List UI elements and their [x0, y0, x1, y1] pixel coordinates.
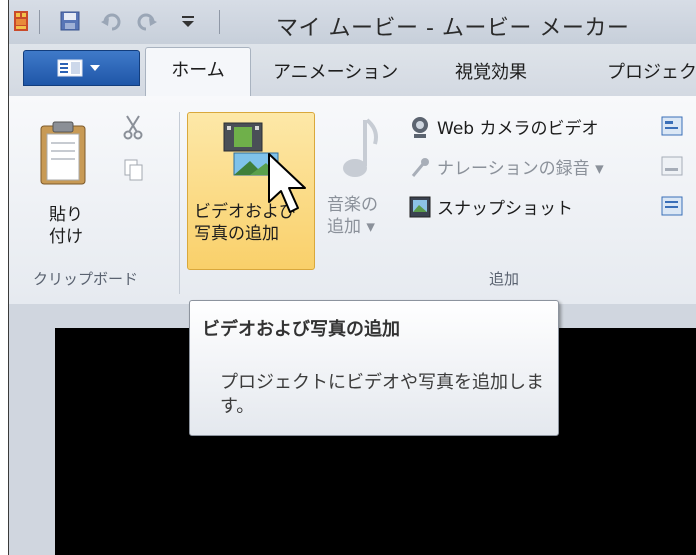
- undo-icon[interactable]: [99, 10, 121, 32]
- group-separator: [179, 112, 180, 294]
- title-bar: マイ ムービー - ムービー メーカー: [9, 0, 696, 44]
- music-note-icon: [343, 118, 378, 177]
- save-icon[interactable]: [59, 10, 81, 32]
- movie-maker-window: マイ ムービー - ムービー メーカー ホーム アニメーション 視覚効果 プロジ…: [8, 0, 696, 555]
- file-menu-icon: [57, 59, 100, 77]
- titlebar-separator: [39, 10, 40, 34]
- webcam-icon: [412, 117, 428, 138]
- record-narration-label: ナレーションの録音 ▾: [437, 159, 604, 179]
- file-menu-button[interactable]: [23, 50, 140, 86]
- redo-icon[interactable]: [137, 10, 159, 32]
- snapshot-label: スナップショット: [437, 199, 573, 219]
- tooltip: ビデオおよび写真の追加 プロジェクトにビデオや写真を追加します。: [189, 300, 559, 436]
- ribbon-home: 貼り 付け クリップボード ビデオおよび 写真の追加 音楽の 追加 ▾ Web …: [9, 96, 696, 305]
- tab-visual-effects[interactable]: 視覚効果: [455, 58, 527, 84]
- tab-animation[interactable]: アニメーション: [273, 58, 398, 84]
- window-title: マイ ムービー - ムービー メーカー: [276, 16, 630, 41]
- ribbon-tab-bar: ホーム アニメーション 視覚効果 プロジェク: [9, 44, 696, 97]
- app-icon[interactable]: [13, 10, 29, 32]
- add-videos-label-line2: 写真の追加: [194, 224, 279, 244]
- copy-icon[interactable]: [123, 158, 145, 182]
- customize-dropdown-icon[interactable]: [177, 10, 199, 32]
- tooltip-body: プロジェクトにビデオや写真を追加します。: [220, 372, 544, 417]
- microphone-icon: [411, 158, 429, 177]
- webcam-video-label: Web カメラのビデオ: [437, 119, 599, 139]
- title-text-icon[interactable]: [661, 116, 683, 136]
- add-music-label-line2: 追加 ▾: [327, 217, 375, 237]
- tab-home[interactable]: ホーム: [145, 47, 251, 97]
- tab-project[interactable]: プロジェク: [607, 58, 696, 84]
- clipboard-icon: [40, 121, 86, 185]
- credits-text-icon[interactable]: [661, 196, 683, 216]
- snapshot-icon: [409, 196, 431, 218]
- add-group-label: 追加: [489, 270, 520, 288]
- mouse-cursor-icon: [268, 153, 306, 213]
- cut-icon[interactable]: [121, 114, 145, 140]
- titlebar-separator: [219, 10, 220, 34]
- caption-text-icon[interactable]: [661, 156, 683, 176]
- tooltip-title: ビデオおよび写真の追加: [202, 319, 400, 340]
- clipboard-group-label: クリップボード: [33, 270, 139, 288]
- paste-label-line2: 付け: [49, 227, 83, 247]
